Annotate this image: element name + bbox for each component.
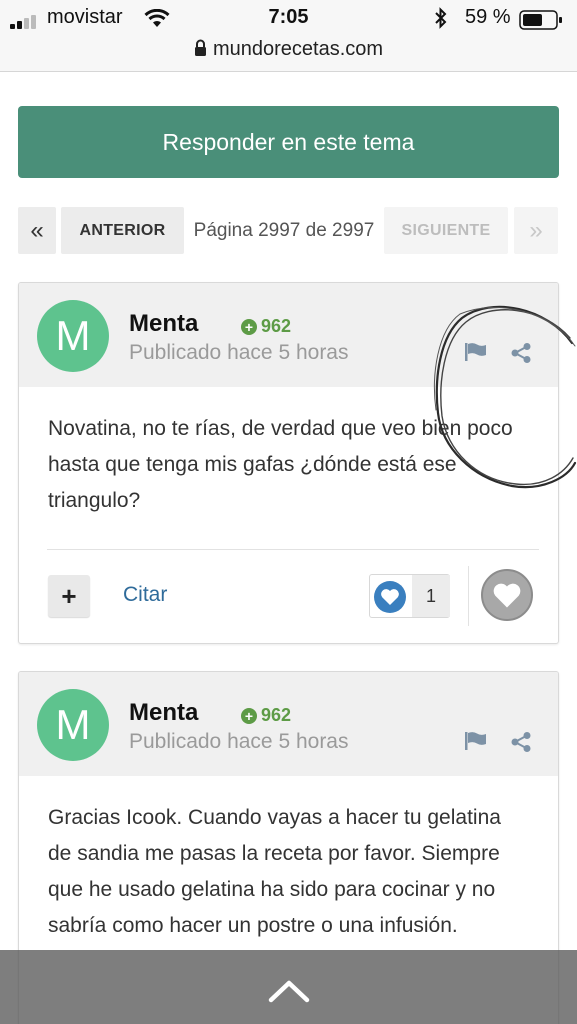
battery-icon bbox=[519, 10, 563, 36]
heart-icon bbox=[493, 583, 521, 607]
next-page-button: SIGUIENTE bbox=[384, 207, 508, 254]
url-text: mundorecetas.com bbox=[212, 38, 384, 60]
forum-post: M Menta + 962 Publicado hace 5 horas Nov… bbox=[18, 282, 559, 644]
share-icon[interactable] bbox=[510, 342, 532, 369]
like-button[interactable] bbox=[481, 569, 533, 621]
divider bbox=[47, 549, 539, 550]
post-header: M Menta + 962 Publicado hace 5 horas bbox=[19, 283, 558, 387]
scroll-to-top-bar[interactable] bbox=[0, 950, 577, 1024]
chevron-up-icon bbox=[268, 980, 310, 1003]
previous-page-button[interactable]: ANTERIOR bbox=[61, 207, 184, 254]
post-timestamp: Publicado hace 5 horas bbox=[129, 341, 349, 364]
lock-icon bbox=[194, 39, 207, 62]
avatar[interactable]: M bbox=[37, 689, 109, 761]
bluetooth-icon bbox=[434, 7, 448, 35]
post-body: Novatina, no te rías, de verdad que veo … bbox=[48, 417, 513, 512]
like-count: 1 bbox=[412, 575, 450, 617]
divider bbox=[468, 566, 469, 626]
reputation-value: 962 bbox=[261, 705, 292, 725]
first-page-button[interactable]: « bbox=[18, 207, 56, 254]
page-indicator: Página 2997 de 2997 bbox=[193, 219, 375, 241]
author-name[interactable]: Menta bbox=[129, 699, 198, 727]
reply-topic-button[interactable]: Responder en este tema bbox=[18, 106, 559, 178]
quote-link[interactable]: Citar bbox=[123, 583, 167, 607]
flag-icon[interactable] bbox=[464, 731, 488, 756]
reputation-value: 962 bbox=[261, 316, 292, 336]
last-page-button: » bbox=[514, 207, 558, 254]
flag-icon[interactable] bbox=[464, 342, 488, 367]
avatar[interactable]: M bbox=[37, 300, 109, 372]
multiquote-button[interactable]: + bbox=[48, 575, 90, 617]
post-body: Gracias Icook. Cuando vayas a hacer tu g… bbox=[48, 806, 501, 937]
status-bar: movistar 7:05 59 % mundorecetas.com bbox=[0, 0, 577, 72]
post-timestamp: Publicado hace 5 horas bbox=[129, 730, 349, 753]
address-bar[interactable]: mundorecetas.com bbox=[0, 38, 577, 62]
post-header: M Menta + 962 Publicado hace 5 horas bbox=[19, 672, 558, 776]
plus-circle-icon: + bbox=[241, 707, 257, 724]
author-name[interactable]: Menta bbox=[129, 310, 198, 338]
heart-icon bbox=[374, 581, 406, 613]
battery-percent: 59 % bbox=[465, 6, 511, 28]
reputation-badge: + 962 bbox=[241, 705, 291, 726]
plus-circle-icon: + bbox=[241, 318, 257, 335]
share-icon[interactable] bbox=[510, 731, 532, 758]
reputation-badge: + 962 bbox=[241, 316, 291, 337]
reaction-count[interactable]: 1 bbox=[369, 574, 450, 618]
